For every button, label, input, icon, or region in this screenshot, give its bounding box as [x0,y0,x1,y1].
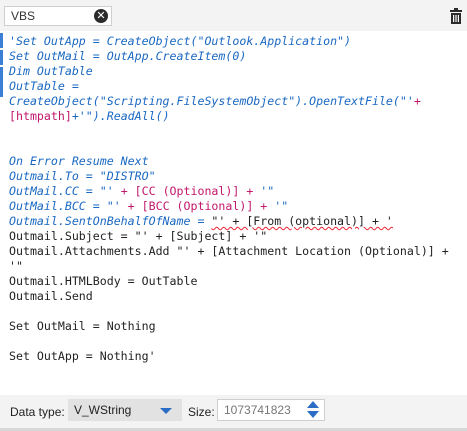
field-name-value: VBS [11,9,36,23]
code-line: '" [9,259,463,274]
code-line: Dim OutTable [9,64,463,79]
code-token: Dim OutTable [9,64,93,78]
close-circle-icon[interactable]: ✕ [94,9,108,23]
trash-icon[interactable] [449,8,463,24]
code-token: + [BCC (Optional)] + [127,199,268,213]
code-token: Set OutMail = OutApp.CreateItem(0) [9,49,247,63]
code-token: [htmpath] [9,109,72,123]
change-gutter [0,31,4,395]
code-line: Outmail.Attachments.Add "' + [Attachment… [9,244,463,259]
size-spinner[interactable] [304,401,322,419]
field-header: VBS ✕ [0,0,467,31]
code-line: CreateObject("Scripting.FileSystemObject… [9,94,463,109]
chevron-down-icon [160,408,172,414]
code-line: Set OutMail = OutApp.CreateItem(0) [9,49,463,64]
code-line: Set OutMail = Nothing [9,319,463,334]
code-token: + [CC (Optional)] + [120,184,254,198]
gutter-mark [0,67,3,97]
code-line: Set OutApp = Nothing' [9,349,463,364]
field-name-input[interactable]: VBS ✕ [4,6,112,26]
gutter-mark [0,50,3,65]
code-line: OutMail.CC = "' + [CC (Optional)] + '" [9,184,463,199]
size-input[interactable]: 1073741823 [217,399,325,421]
code-line: OutMail.BCC = "' + [BCC (Optional)] + '" [9,199,463,214]
code-token: +'").ReadAll() [71,109,170,123]
code-token: 'Set OutApp = CreateObject("Outlook.Appl… [9,34,352,48]
code-token: '" [253,184,275,198]
spin-down-icon[interactable] [307,411,319,418]
code-text[interactable]: 'Set OutApp = CreateObject("Outlook.Appl… [9,34,463,364]
code-token: Outmail.Subject = "' + [Subject] + '" [9,229,268,243]
code-token: Set OutApp = Nothing' [9,349,156,363]
code-line: Outmail.Send [9,289,463,304]
spin-up-icon[interactable] [307,401,319,408]
data-type-value: V_WString [74,403,132,417]
code-line: On Error Resume Next [9,154,463,169]
gutter-mark [0,33,3,48]
code-token: Outmail.To = "DISTRO" [9,169,156,183]
size-value: 1073741823 [224,403,291,417]
field-properties: Data type: V_WString Size: 1073741823 [0,395,467,431]
code-token: OutMail.CC = "' [9,184,121,198]
data-type-select[interactable]: V_WString [68,399,182,421]
code-token: OutTable = [9,79,79,93]
code-line: Outmail.Subject = "' + [Subject] + '" [9,229,463,244]
code-token: Outmail.Attachments.Add "' + [Attachment… [9,244,449,258]
size-label: Size: [188,405,215,419]
code-token: OutMail.BCC = "' [9,199,128,213]
code-token: Outmail.HTMLBody = OutTable [9,274,198,288]
code-token: On Error Resume Next [9,154,149,168]
code-token: '" [9,259,23,273]
code-token: Set OutMail = Nothing [9,319,156,333]
code-token: '" [267,199,289,213]
code-line: OutTable = [9,79,463,94]
code-token: + [413,94,421,108]
code-token: CreateObject("Scripting.FileSystemObject… [9,94,414,108]
code-line: Outmail.To = "DISTRO" [9,169,463,184]
code-token: Outmail.Send [9,289,93,303]
data-type-label: Data type: [10,405,65,419]
code-editor[interactable]: 'Set OutApp = CreateObject("Outlook.Appl… [0,31,467,395]
code-line: 'Set OutApp = CreateObject("Outlook.Appl… [9,34,463,49]
code-line: Outmail.SentOnBehalfOfName = "' + [From … [9,214,463,229]
code-line: [htmpath]+'").ReadAll() [9,109,463,124]
code-line: Outmail.HTMLBody = OutTable [9,274,463,289]
code-token: "' + [From (optional)] + ' [211,214,393,228]
code-token: Outmail.SentOnBehalfOfName = [9,214,212,228]
